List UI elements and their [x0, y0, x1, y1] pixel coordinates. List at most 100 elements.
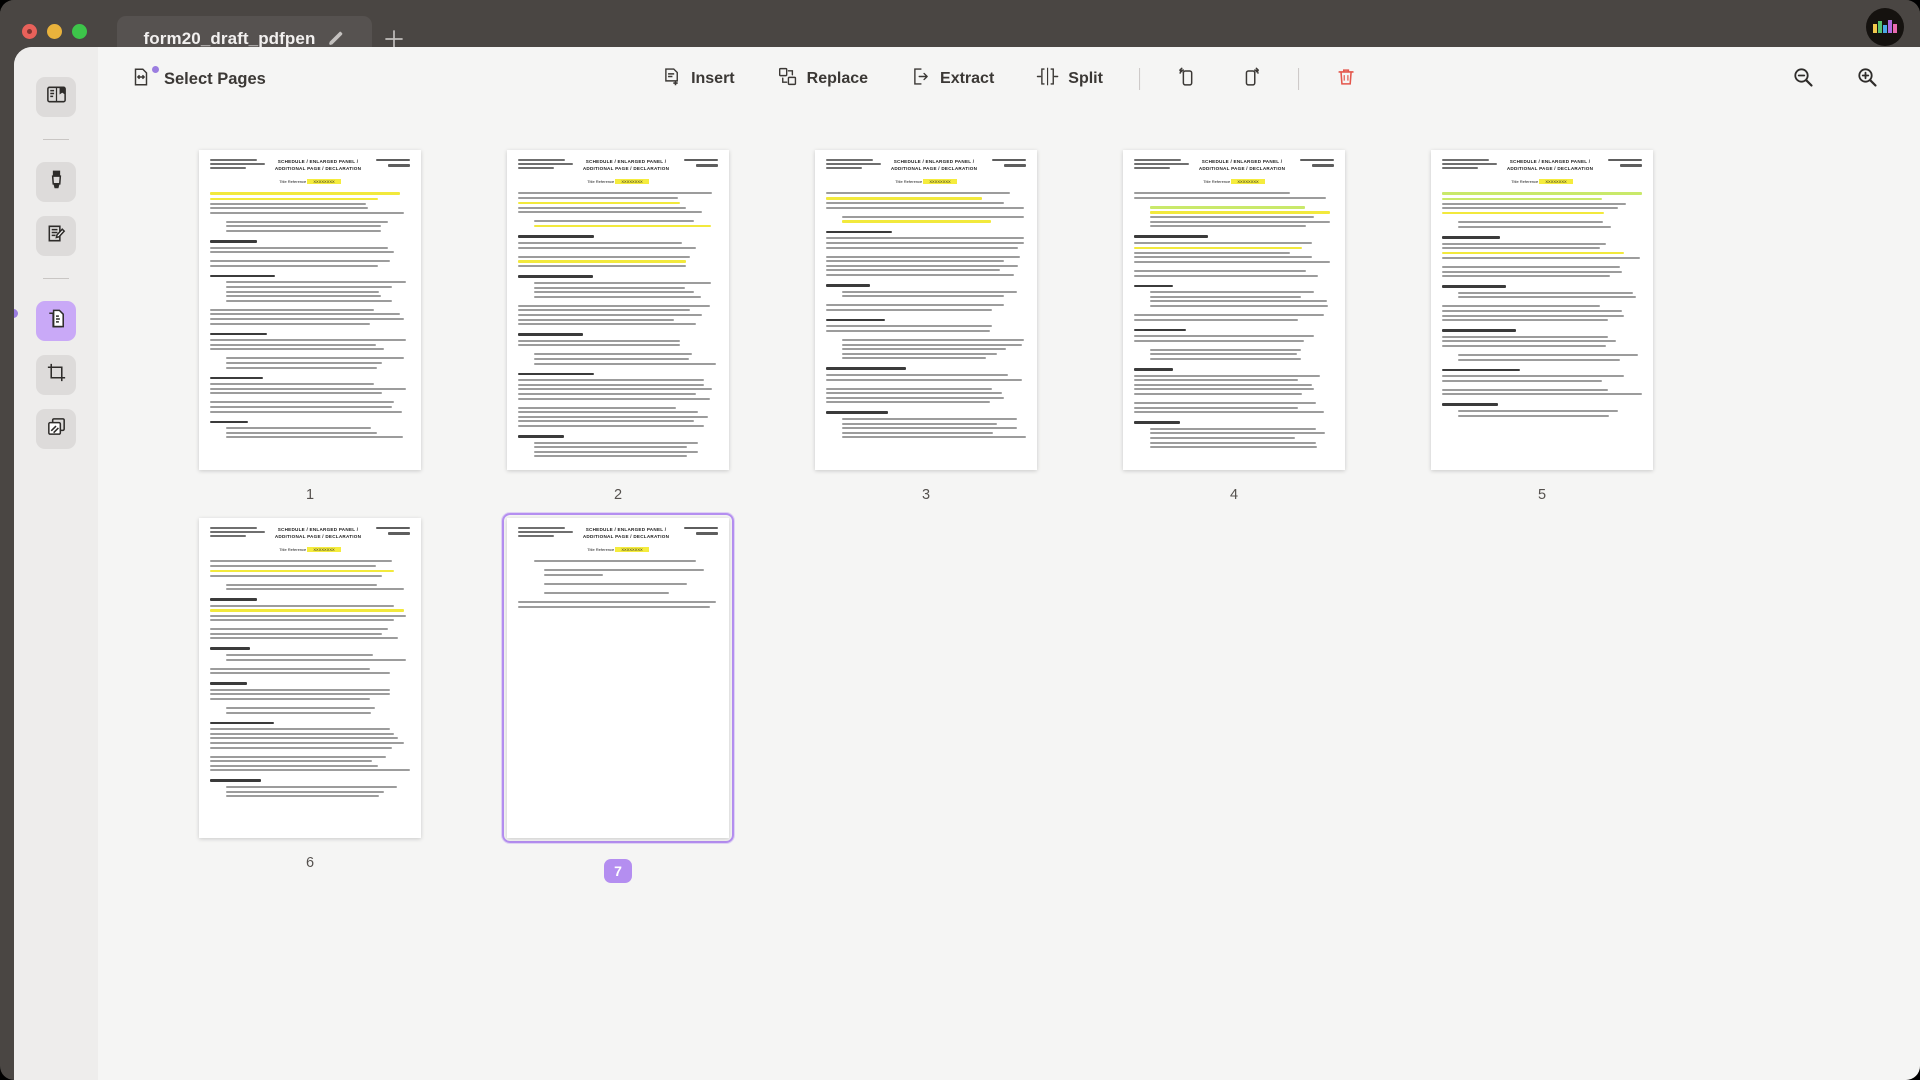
title-reference: Title Reference XXXXXXXX — [518, 179, 718, 185]
registry-block — [1134, 159, 1194, 171]
page-preview: SCHEDULE / ENLARGED PANEL / ADDITIONAL PA… — [1123, 150, 1345, 470]
zoom-out-button[interactable] — [1786, 63, 1820, 95]
select-pages-mode[interactable]: Select Pages — [130, 65, 266, 93]
main-sheet: Select Pages Insert Replace Extract Spli… — [14, 47, 1920, 1080]
insert-label: Insert — [691, 70, 735, 87]
page-number: 2 — [613, 487, 623, 503]
extract-button[interactable]: Extract — [904, 61, 1000, 97]
page-thumbnail-6[interactable]: SCHEDULE / ENLARGED PANEL / ADDITIONAL PA… — [194, 513, 426, 883]
page-preview: SCHEDULE / ENLARGED PANEL / ADDITIONAL PA… — [507, 150, 729, 470]
document-header: SCHEDULE / ENLARGED PANEL / ADDITIONAL PA… — [210, 527, 410, 540]
title-line-2: ADDITIONAL PAGE / DECLARATION — [1506, 165, 1594, 171]
thumbnail-frame[interactable]: SCHEDULE / ENLARGED PANEL / ADDITIONAL PA… — [1426, 145, 1658, 475]
page-preview: SCHEDULE / ENLARGED PANEL / ADDITIONAL PA… — [199, 150, 421, 470]
rail-active-indicator — [14, 309, 18, 318]
page-preview: SCHEDULE / ENLARGED PANEL / ADDITIONAL PA… — [507, 518, 729, 838]
rotate-left-button[interactable] — [1170, 63, 1204, 95]
title-line-1: SCHEDULE / ENLARGED PANEL / — [1201, 159, 1283, 164]
page-number-badge: 7 — [502, 859, 734, 883]
window-controls — [0, 23, 87, 39]
select-pages-label: Select Pages — [164, 69, 266, 88]
select-pages-icon — [130, 66, 152, 93]
sidebar-item-pages-tool[interactable] — [36, 301, 76, 341]
page-preview: SCHEDULE / ENLARGED PANEL / ADDITIONAL PA… — [1431, 150, 1653, 470]
tab-title: form20_draft_pdfpen — [143, 29, 316, 48]
delete-button[interactable] — [1329, 63, 1363, 95]
rotate-left-icon — [1175, 65, 1199, 94]
title-line-1: SCHEDULE / ENLARGED PANEL / — [277, 159, 359, 164]
replace-button[interactable]: Replace — [771, 61, 874, 97]
thumbnail-frame[interactable]: SCHEDULE / ENLARGED PANEL / ADDITIONAL PA… — [810, 145, 1042, 475]
title-line-2: ADDITIONAL PAGE / DECLARATION — [1198, 165, 1286, 171]
document-title: SCHEDULE / ENLARGED PANEL / ADDITIONAL PA… — [582, 159, 670, 172]
title-line-1: SCHEDULE / ENLARGED PANEL / — [585, 527, 667, 532]
zoom-window-button[interactable] — [72, 23, 87, 39]
crop-icon — [45, 361, 68, 389]
page-thumbnail-2[interactable]: SCHEDULE / ENLARGED PANEL / ADDITIONAL PA… — [502, 145, 734, 503]
title-line-2: ADDITIONAL PAGE / DECLARATION — [582, 165, 670, 171]
form-block — [674, 159, 718, 170]
rotate-right-icon — [1239, 65, 1263, 94]
form-block — [1290, 159, 1334, 170]
form-block — [366, 159, 410, 170]
title-line-1: SCHEDULE / ENLARGED PANEL / — [585, 159, 667, 164]
registry-block — [518, 159, 578, 171]
document-header: SCHEDULE / ENLARGED PANEL / ADDITIONAL PA… — [210, 159, 410, 172]
zoom-in-button[interactable] — [1850, 63, 1884, 95]
page-thumbnail-1[interactable]: SCHEDULE / ENLARGED PANEL / ADDITIONAL PA… — [194, 145, 426, 503]
page-grid: SCHEDULE / ENLARGED PANEL / ADDITIONAL PA… — [98, 145, 1920, 883]
sidebar-item-highlight-tool[interactable] — [36, 162, 76, 202]
registry-block — [210, 527, 270, 539]
sidebar-item-sign-tool[interactable] — [36, 216, 76, 256]
tool-rail — [14, 47, 98, 1080]
page-preview: SCHEDULE / ENLARGED PANEL / ADDITIONAL PA… — [815, 150, 1037, 470]
page-thumbnail-3[interactable]: SCHEDULE / ENLARGED PANEL / ADDITIONAL PA… — [810, 145, 1042, 503]
thumbnail-frame[interactable]: SCHEDULE / ENLARGED PANEL / ADDITIONAL PA… — [1118, 145, 1350, 475]
page-thumbnail-4[interactable]: SCHEDULE / ENLARGED PANEL / ADDITIONAL PA… — [1118, 145, 1350, 503]
thumbnail-frame[interactable]: SCHEDULE / ENLARGED PANEL / ADDITIONAL PA… — [194, 145, 426, 475]
document-header: SCHEDULE / ENLARGED PANEL / ADDITIONAL PA… — [1134, 159, 1334, 172]
app-logo-icon — [1866, 8, 1904, 46]
insert-page-icon — [661, 66, 682, 92]
page-thumbnail-5[interactable]: SCHEDULE / ENLARGED PANEL / ADDITIONAL PA… — [1426, 145, 1658, 503]
rail-divider — [43, 139, 69, 140]
split-button[interactable]: Split — [1030, 61, 1109, 97]
page-number: 5 — [1537, 487, 1547, 503]
close-window-button[interactable] — [22, 23, 37, 39]
document-body — [210, 560, 410, 798]
page-thumbnail-7[interactable]: SCHEDULE / ENLARGED PANEL / ADDITIONAL PA… — [502, 513, 734, 883]
page-number: 6 — [305, 855, 315, 871]
page-toolbar: Select Pages Insert Replace Extract Spli… — [98, 47, 1920, 111]
registry-block — [826, 159, 886, 171]
sidebar-item-crop-tool[interactable] — [36, 355, 76, 395]
title-line-2: ADDITIONAL PAGE / DECLARATION — [274, 165, 362, 171]
document-body — [518, 192, 718, 458]
extract-page-icon — [910, 66, 931, 92]
document-title: SCHEDULE / ENLARGED PANEL / ADDITIONAL PA… — [1506, 159, 1594, 172]
title-line-1: SCHEDULE / ENLARGED PANEL / — [1509, 159, 1591, 164]
title-line-2: ADDITIONAL PAGE / DECLARATION — [582, 533, 670, 539]
rotate-right-button[interactable] — [1234, 63, 1268, 95]
split-label: Split — [1068, 70, 1103, 87]
registry-block — [518, 527, 578, 539]
document-body — [1442, 192, 1642, 417]
minimize-window-button[interactable] — [47, 23, 62, 39]
toolbar-actions: Insert Replace Extract Split — [655, 61, 1363, 97]
sign-document-icon — [45, 222, 68, 250]
title-reference: Title Reference XXXXXXXX — [210, 547, 410, 553]
page-thumbnail-area[interactable]: SCHEDULE / ENLARGED PANEL / ADDITIONAL PA… — [98, 111, 1920, 1080]
layers-icon — [45, 415, 68, 443]
sidebar-item-stamp-tool[interactable] — [36, 409, 76, 449]
thumbnail-frame[interactable]: SCHEDULE / ENLARGED PANEL / ADDITIONAL PA… — [194, 513, 426, 843]
page-number: 1 — [305, 487, 315, 503]
mode-badge-dot — [152, 65, 159, 73]
registry-block — [1442, 159, 1502, 171]
insert-button[interactable]: Insert — [655, 61, 741, 97]
thumbnail-frame[interactable]: SCHEDULE / ENLARGED PANEL / ADDITIONAL PA… — [502, 513, 734, 843]
toolbar-divider-1 — [1138, 68, 1140, 90]
thumbnail-frame[interactable]: SCHEDULE / ENLARGED PANEL / ADDITIONAL PA… — [502, 145, 734, 475]
form-block — [982, 159, 1026, 170]
rename-tab-icon[interactable] — [327, 30, 345, 48]
sidebar-item-reader-view[interactable] — [36, 77, 76, 117]
title-line-2: ADDITIONAL PAGE / DECLARATION — [274, 533, 362, 539]
